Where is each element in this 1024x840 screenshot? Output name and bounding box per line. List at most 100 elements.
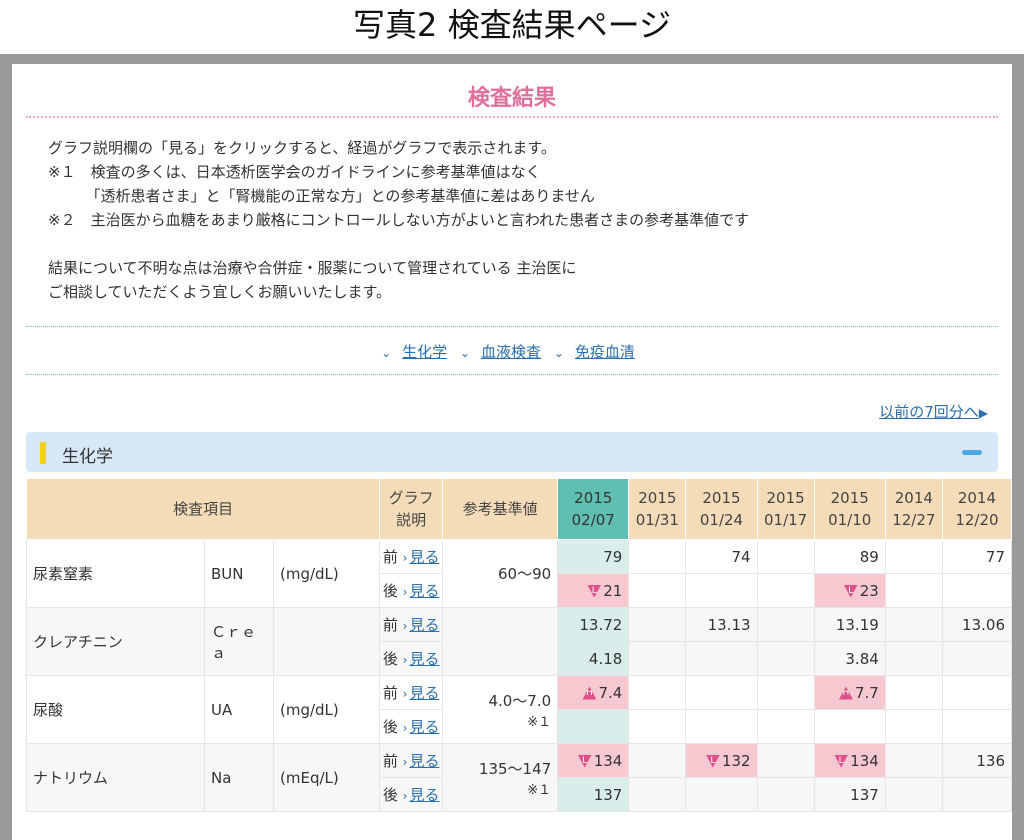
ref-value: 135～147 bbox=[478, 759, 552, 778]
value-cell: 89 bbox=[813, 539, 886, 574]
date-year: 2015 bbox=[702, 489, 741, 507]
graph-cell: 前 › 見る bbox=[379, 743, 444, 778]
section-nav: ⌄ 生化学 ⌄ 血液検査 ⌄ 免疫血清 bbox=[12, 327, 1012, 374]
prev-results-link[interactable]: 以前の7回分へ bbox=[879, 403, 979, 421]
value-cell: 13.19 bbox=[813, 607, 886, 642]
value-cell: 4.18 bbox=[557, 641, 630, 676]
low-flag-icon: L bbox=[834, 754, 849, 768]
header-date: 2015 01/17 bbox=[756, 478, 815, 540]
results-table: 検査項目 グラフ 説明 参考基準値 2015 02/07 2015 01/31 201… bbox=[25, 478, 1012, 812]
value-cell: 74 bbox=[685, 539, 758, 574]
screen-frame: 検査結果 グラフ説明欄の「見る」をクリックすると、経過がグラフで表示されます。 … bbox=[0, 54, 1024, 840]
header-graph-line1: グラフ bbox=[388, 489, 434, 507]
low-flag-icon: L bbox=[705, 754, 720, 768]
value-cell: 13.06 bbox=[941, 607, 1012, 642]
date-year: 2015 bbox=[766, 489, 805, 507]
value-cell-low: L 132 bbox=[685, 743, 758, 778]
nav-link-immuno[interactable]: 免疫血清 bbox=[575, 343, 635, 361]
item-code: Ｃｒｅａ bbox=[204, 607, 274, 676]
value-cell: 137 bbox=[557, 777, 630, 812]
page-caption: 写真2 検査結果ページ bbox=[353, 6, 671, 44]
before-label: 前 bbox=[382, 752, 398, 770]
table-row: 尿酸 UA (mg/dL) 前 › 見る 4.0～7.0 ※１ H 7.4 H 7.7 bbox=[26, 675, 1012, 744]
see-graph-link[interactable]: 見る bbox=[409, 684, 439, 702]
see-graph-link[interactable]: 見る bbox=[409, 718, 439, 736]
value-cell: 136 bbox=[941, 743, 1012, 778]
value-cell bbox=[756, 777, 815, 812]
value-cell-low: L 23 bbox=[813, 573, 886, 608]
value-cell bbox=[884, 743, 943, 778]
value-cell bbox=[884, 675, 943, 710]
value-cell bbox=[628, 641, 687, 676]
value-cell: 13.72 bbox=[557, 607, 630, 642]
date-day: 12/20 bbox=[955, 511, 999, 529]
value-cell bbox=[628, 573, 687, 608]
after-label: 後 bbox=[382, 582, 398, 600]
value-cell: 137 bbox=[813, 777, 886, 812]
section-header: 生化学 bbox=[26, 432, 998, 472]
item-name: 尿酸 bbox=[26, 675, 205, 744]
nav-link-blood[interactable]: 血液検査 bbox=[481, 343, 541, 361]
low-flag-icon: L bbox=[587, 584, 602, 598]
see-graph-link[interactable]: 見る bbox=[409, 752, 439, 770]
value-cell-low: L 134 bbox=[557, 743, 630, 778]
value-cell bbox=[884, 607, 943, 642]
see-graph-link[interactable]: 見る bbox=[409, 582, 439, 600]
item-unit: (mEq/L) bbox=[272, 743, 381, 812]
value-cell bbox=[941, 777, 1012, 812]
graph-cell: 後 › 見る bbox=[379, 709, 444, 744]
header-date: 2015 01/31 bbox=[628, 478, 687, 540]
date-year: 2015 bbox=[574, 489, 613, 507]
value-cell bbox=[756, 607, 815, 642]
value-cell bbox=[628, 709, 687, 744]
chevron-right-icon: › bbox=[402, 721, 408, 735]
header-date: 2014 12/27 bbox=[884, 478, 943, 540]
value-cell bbox=[941, 675, 1012, 710]
ref-value bbox=[442, 607, 559, 676]
item-code: Na bbox=[204, 743, 274, 812]
high-flag-icon: H bbox=[838, 686, 853, 700]
value-cell bbox=[941, 573, 1012, 608]
value-cell bbox=[756, 641, 815, 676]
before-label: 前 bbox=[382, 684, 398, 702]
nav-link-biochem[interactable]: 生化学 bbox=[402, 343, 447, 361]
see-graph-link[interactable]: 見る bbox=[409, 650, 439, 668]
page-title: 検査結果 bbox=[467, 86, 556, 111]
value-cell bbox=[628, 675, 687, 710]
see-graph-link[interactable]: 見る bbox=[409, 616, 439, 634]
chevron-right-icon: › bbox=[402, 653, 408, 667]
value-cell bbox=[941, 641, 1012, 676]
chevron-right-icon: › bbox=[402, 619, 408, 633]
collapse-icon[interactable] bbox=[962, 450, 982, 455]
graph-cell: 前 › 見る bbox=[379, 539, 444, 574]
intro-line bbox=[48, 232, 982, 256]
intro-line: 「透析患者さま」と「腎機能の正常な方」との参考基準値に差はありません bbox=[48, 187, 595, 205]
intro-text: グラフ説明欄の「見る」をクリックすると、経過がグラフで表示されます。 ※１ 検査… bbox=[12, 118, 1012, 314]
date-year: 2015 bbox=[638, 489, 677, 507]
content-panel: 検査結果 グラフ説明欄の「見る」をクリックすると、経過がグラフで表示されます。 … bbox=[12, 64, 1012, 840]
value-cell: 3.84 bbox=[813, 641, 886, 676]
graph-cell: 後 › 見る bbox=[379, 777, 444, 812]
value-cell: 13.13 bbox=[685, 607, 758, 642]
date-day: 01/10 bbox=[828, 511, 872, 529]
see-graph-link[interactable]: 見る bbox=[409, 548, 439, 566]
intro-line: ご相談していただくよう宜しくお願いいたします。 bbox=[48, 283, 392, 301]
ref-value: 60～90 bbox=[442, 539, 559, 608]
intro-line: ※２ 主治医から血糖をあまり厳格にコントロールしない方がよいと言われた患者さまの… bbox=[48, 211, 750, 229]
low-flag-icon: L bbox=[843, 584, 858, 598]
item-name: 尿素窒素 bbox=[26, 539, 205, 608]
value-cell bbox=[756, 675, 815, 710]
ref-value-cell: 4.0～7.0 ※１ bbox=[442, 675, 559, 744]
item-code: BUN bbox=[204, 539, 274, 608]
triangle-right-icon: ▶ bbox=[978, 406, 988, 420]
section-marker bbox=[40, 442, 46, 464]
date-day: 01/31 bbox=[635, 511, 679, 529]
see-graph-link[interactable]: 見る bbox=[409, 786, 439, 804]
item-name: クレアチニン bbox=[26, 607, 205, 676]
value-cell bbox=[628, 539, 687, 574]
date-day: 02/07 bbox=[571, 511, 615, 529]
value-cell bbox=[557, 709, 630, 744]
value-cell bbox=[685, 777, 758, 812]
graph-cell: 後 › 見る bbox=[379, 573, 444, 608]
table-row: ナトリウム Na (mEq/L) 前 › 見る 135～147 ※１ L 134 L1… bbox=[26, 743, 1012, 812]
